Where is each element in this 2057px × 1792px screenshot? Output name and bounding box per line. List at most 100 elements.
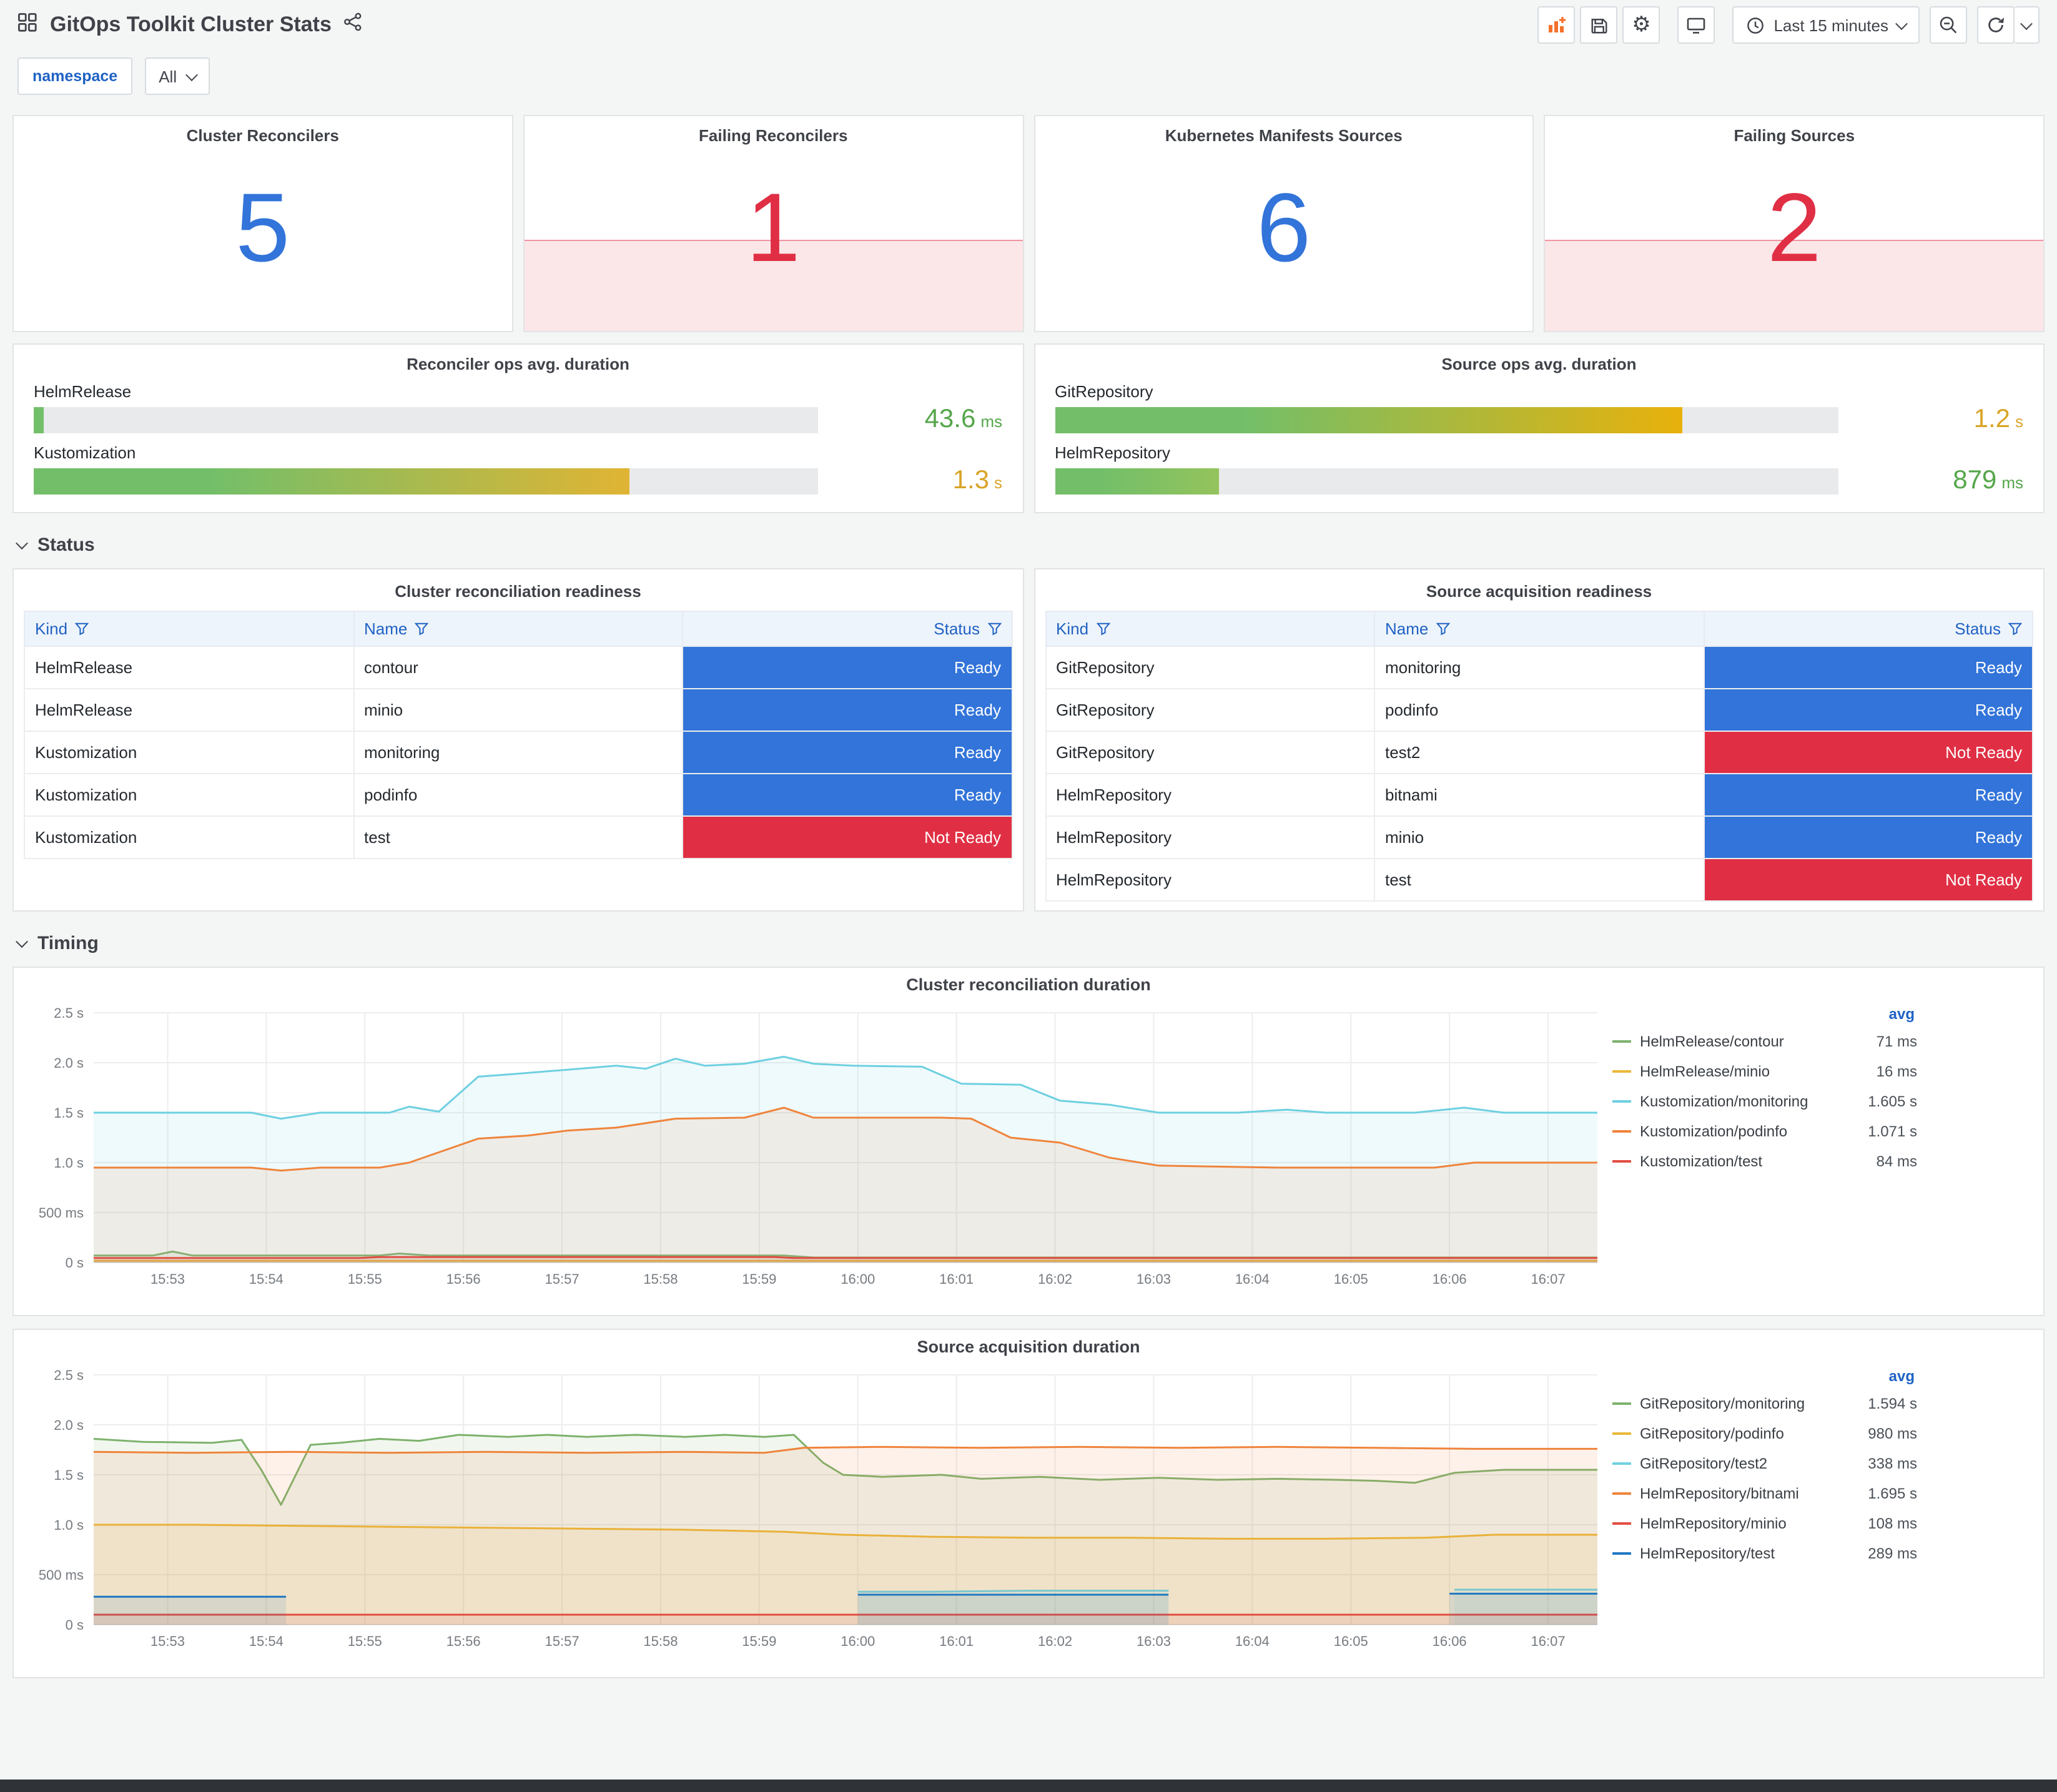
cell-kind: Kustomization	[24, 773, 354, 817]
column-header-name[interactable]: Name	[353, 611, 683, 647]
status-badge: Ready	[683, 774, 1011, 815]
share-icon[interactable]	[344, 12, 363, 37]
svg-text:16:05: 16:05	[1334, 1633, 1368, 1649]
legend-item[interactable]: Kustomization/test 84 ms	[1612, 1146, 1917, 1176]
stat-panel: Cluster Reconcilers 5	[12, 115, 513, 332]
series-avg-value: 1.594 s	[1868, 1395, 1917, 1412]
time-series-plot[interactable]: 15:53 15:54 15:55 15:56 15:57 15:58 15:59 16:00…	[24, 1365, 1610, 1655]
cell-kind: HelmRelease	[24, 688, 354, 732]
legend-avg-header: avg	[1888, 1367, 1915, 1385]
column-header-kind[interactable]: Kind	[1045, 611, 1375, 647]
legend-avg-header: avg	[1888, 1005, 1915, 1023]
panel-title[interactable]: Cluster reconciliation duration	[24, 975, 2033, 1003]
svg-text:15:57: 15:57	[545, 1633, 580, 1649]
cell-status: Ready	[682, 646, 1012, 689]
panel-title[interactable]: Source acquisition duration	[24, 1337, 2033, 1365]
filter-icon[interactable]	[987, 622, 1002, 636]
cell-kind: GitRepository	[1045, 688, 1375, 732]
filter-icon[interactable]	[74, 622, 89, 636]
svg-text:16:03: 16:03	[1137, 1633, 1171, 1649]
legend-item[interactable]: HelmRepository/test 289 ms	[1612, 1538, 1917, 1568]
series-avg-value: 1.695 s	[1868, 1485, 1917, 1502]
series-name: HelmRepository/bitnami	[1640, 1485, 1799, 1502]
section-header-status[interactable]: Status	[16, 531, 2040, 558]
column-header-status[interactable]: Status	[1703, 611, 2033, 647]
section-title: Status	[37, 534, 95, 555]
time-series-plot[interactable]: 15:53 15:54 15:55 15:56 15:57 15:58 15:59 16:00…	[24, 1003, 1610, 1292]
chevron-down-icon	[2020, 17, 2033, 30]
dashboard-settings-button[interactable]: ⚙	[1622, 6, 1660, 44]
section-header-timing[interactable]: Timing	[16, 929, 2040, 957]
legend: avg HelmRelease/contour 71 ms HelmRelease/m…	[1610, 1003, 1925, 1312]
refresh-interval-dropdown[interactable]	[2015, 6, 2040, 44]
panel-title[interactable]: Reconciler ops avg. duration	[34, 355, 1002, 373]
save-dashboard-button[interactable]	[1580, 6, 1618, 44]
panel-title[interactable]: Source acquisition readiness	[1045, 582, 2033, 601]
gauge-fill	[1055, 406, 1682, 433]
panel-title[interactable]: Source ops avg. duration	[1055, 355, 2023, 373]
page-title: GitOps Toolkit Cluster Stats	[50, 12, 332, 36]
filter-icon[interactable]	[1436, 622, 1450, 636]
svg-text:16:01: 16:01	[939, 1633, 974, 1649]
filter-icon[interactable]	[1095, 622, 1110, 636]
table-row: Kustomization test Not Ready	[24, 815, 1012, 859]
legend-item[interactable]: Kustomization/podinfo 1.071 s	[1612, 1116, 1917, 1146]
cell-status: Ready	[1703, 646, 2033, 689]
column-header-status[interactable]: Status	[682, 611, 1012, 647]
column-header-name[interactable]: Name	[1374, 611, 1704, 647]
svg-text:16:06: 16:06	[1433, 1633, 1467, 1649]
filter-icon[interactable]	[415, 622, 429, 636]
svg-text:16:02: 16:02	[1038, 1633, 1072, 1649]
svg-text:15:56: 15:56	[446, 1633, 481, 1649]
stat-panel: Failing Sources 2	[1544, 115, 2045, 332]
gauge-row: HelmRepository 879 ms	[1055, 443, 2023, 496]
svg-text:2.0 s: 2.0 s	[54, 1055, 84, 1071]
panel-title[interactable]: Kubernetes Manifests Sources	[1035, 126, 1533, 145]
chevron-down-icon	[185, 68, 198, 81]
status-badge: Ready	[1704, 689, 2032, 731]
dashboard: GitOps Toolkit Cluster Stats ⚙ Last 15 m…	[0, 0, 2057, 1792]
series-name: HelmRelease/contour	[1640, 1033, 1784, 1050]
namespace-variable-label: namespace	[17, 57, 133, 95]
legend-item[interactable]: Kustomization/monitoring 1.605 s	[1612, 1086, 1917, 1116]
dashboard-header: GitOps Toolkit Cluster Stats ⚙ Last 15 m…	[0, 0, 2057, 50]
svg-text:16:07: 16:07	[1531, 1271, 1566, 1287]
gauge-fill	[34, 406, 44, 433]
namespace-variable-dropdown[interactable]: All	[145, 57, 210, 95]
legend-item[interactable]: GitRepository/test2 338 ms	[1612, 1449, 1917, 1479]
apps-grid-icon[interactable]	[17, 12, 37, 38]
gauge-value: 1.2 s	[1973, 405, 2023, 433]
panel-title[interactable]: Failing Reconcilers	[525, 126, 1023, 145]
series-avg-value: 71 ms	[1876, 1033, 1917, 1050]
cell-kind: GitRepository	[1045, 646, 1375, 689]
filter-icon[interactable]	[2008, 622, 2023, 636]
cycle-view-mode-button[interactable]	[1677, 6, 1715, 44]
zoom-out-time-button[interactable]	[1930, 6, 1967, 44]
cell-status: Not Ready	[682, 815, 1012, 859]
panel-title[interactable]: Cluster Reconcilers	[14, 126, 512, 145]
legend-item[interactable]: HelmRelease/contour 71 ms	[1612, 1026, 1917, 1056]
panel-title[interactable]: Failing Sources	[1546, 126, 2044, 145]
column-header-kind[interactable]: Kind	[24, 611, 354, 647]
svg-text:0 s: 0 s	[66, 1255, 84, 1271]
stat-value: 6	[1256, 172, 1311, 282]
panel-title[interactable]: Cluster reconciliation readiness	[24, 582, 1012, 601]
legend-item[interactable]: GitRepository/monitoring 1.594 s	[1612, 1389, 1917, 1419]
legend-item[interactable]: HelmRepository/bitnami 1.695 s	[1612, 1479, 1917, 1509]
table-row: HelmRepository test Not Ready	[1045, 858, 2033, 902]
chevron-down-icon	[16, 536, 28, 549]
legend-item[interactable]: HelmRepository/minio 108 ms	[1612, 1509, 1917, 1538]
stat-panel: Failing Reconcilers 1	[523, 115, 1024, 332]
cell-kind: GitRepository	[1045, 731, 1375, 774]
refresh-button[interactable]	[1977, 6, 2015, 44]
legend-item[interactable]: GitRepository/podinfo 980 ms	[1612, 1419, 1917, 1449]
gauge-row: GitRepository 1.2 s	[1055, 382, 2023, 435]
chevron-down-icon	[1895, 17, 1908, 30]
time-range-picker[interactable]: Last 15 minutes	[1732, 6, 1920, 44]
cell-status: Ready	[682, 773, 1012, 817]
legend-item[interactable]: HelmRelease/minio 16 ms	[1612, 1056, 1917, 1086]
add-panel-button[interactable]	[1537, 6, 1576, 44]
series-name: GitRepository/test2	[1640, 1455, 1768, 1472]
status-badge: Ready	[683, 732, 1011, 773]
svg-text:1.0 s: 1.0 s	[54, 1517, 84, 1533]
